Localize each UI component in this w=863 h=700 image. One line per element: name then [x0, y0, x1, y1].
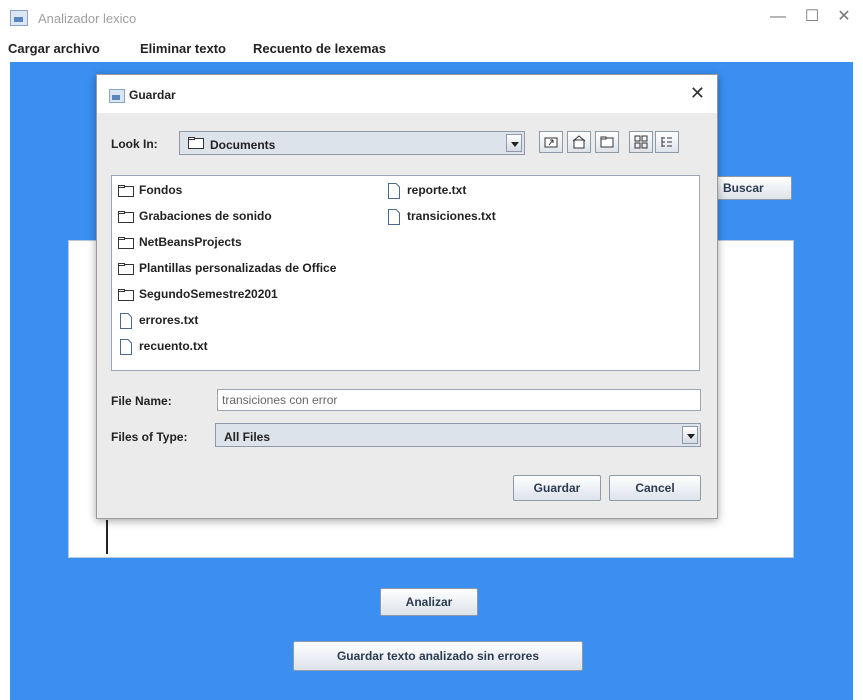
folder-icon [118, 262, 134, 275]
details-view-button[interactable] [655, 131, 679, 153]
file-name: SegundoSemestre20201 [139, 287, 278, 301]
list-item[interactable]: SegundoSemestre20201 [118, 284, 278, 304]
file-name: transiciones.txt [407, 209, 496, 223]
window-title: Analizador lexico [38, 11, 137, 26]
close-button[interactable]: ✕ [829, 6, 859, 28]
folder-icon [118, 210, 134, 223]
home-button[interactable] [567, 131, 591, 153]
java-app-icon [109, 89, 125, 103]
file-name: NetBeansProjects [139, 235, 242, 249]
menu-recuento-lexemas[interactable]: Recuento de lexemas [253, 41, 386, 56]
java-app-icon [10, 10, 28, 26]
list-item[interactable]: Plantillas personalizadas de Office [118, 258, 336, 278]
list-item[interactable]: Grabaciones de sonido [118, 206, 272, 226]
home-icon [572, 135, 586, 149]
file-name: recuento.txt [139, 339, 208, 353]
menu-cargar-archivo[interactable]: Cargar archivo [8, 41, 100, 56]
folder-icon [118, 184, 134, 197]
details-view-icon [661, 137, 672, 147]
dialog-save-button[interactable]: Guardar [513, 475, 601, 501]
file-name: Grabaciones de sonido [139, 209, 272, 223]
window-titlebar: Analizador lexico — ☐ ✕ [0, 0, 863, 36]
dialog-cancel-button[interactable]: Cancel [609, 475, 701, 501]
analyze-button[interactable]: Analizar [380, 588, 478, 616]
dialog-title: Guardar [129, 88, 176, 102]
file-list[interactable]: Fondos Grabaciones de sonido NetBeansPro… [111, 175, 700, 371]
list-item[interactable]: errores.txt [118, 310, 198, 330]
file-name: Plantillas personalizadas de Office [139, 261, 337, 275]
chevron-down-icon[interactable] [506, 134, 522, 152]
folder-icon [118, 288, 134, 301]
list-view-icon [634, 135, 648, 149]
minimize-button[interactable]: — [763, 6, 793, 28]
file-icon [120, 312, 132, 329]
file-type-select[interactable]: All Files [215, 423, 701, 447]
look-in-select[interactable]: Documents [179, 131, 525, 155]
dialog-titlebar: Guardar ✕ [97, 75, 717, 113]
look-in-label: Look In: [111, 137, 158, 151]
list-item[interactable]: NetBeansProjects [118, 232, 242, 252]
maximize-button[interactable]: ☐ [797, 6, 827, 28]
text-caret [106, 520, 108, 554]
file-name-label: File Name: [111, 394, 172, 408]
folder-icon [118, 236, 134, 249]
file-type-value: All Files [224, 430, 271, 444]
list-item[interactable]: recuento.txt [118, 336, 208, 356]
list-item[interactable]: reporte.txt [386, 180, 466, 200]
file-type-label: Files of Type: [111, 430, 188, 444]
up-folder-icon [544, 137, 558, 148]
file-name: errores.txt [139, 313, 199, 327]
look-in-value: Documents [210, 138, 276, 152]
chevron-down-icon[interactable] [682, 426, 698, 444]
file-icon [388, 182, 400, 199]
list-item[interactable]: transiciones.txt [386, 206, 496, 226]
new-folder-icon [600, 136, 614, 148]
search-button[interactable]: Buscar [716, 176, 792, 200]
file-icon [120, 338, 132, 355]
file-name: reporte.txt [407, 183, 467, 197]
folder-icon [188, 137, 204, 149]
new-folder-button[interactable] [595, 131, 619, 153]
up-one-level-button[interactable] [539, 131, 563, 153]
file-name-input[interactable] [217, 389, 701, 411]
list-view-button[interactable] [629, 131, 653, 153]
file-icon [388, 208, 400, 225]
save-dialog: Guardar ✕ Look In: Documents Fondos Grab… [96, 74, 718, 519]
save-analyzed-text-button[interactable]: Guardar texto analizado sin errores [293, 641, 583, 671]
menubar: Cargar archivo Eliminar texto Recuento d… [0, 36, 863, 62]
list-item[interactable]: Fondos [118, 180, 182, 200]
menu-eliminar-texto[interactable]: Eliminar texto [140, 41, 226, 56]
file-name: Fondos [139, 183, 183, 197]
dialog-close-icon[interactable]: ✕ [690, 83, 705, 104]
